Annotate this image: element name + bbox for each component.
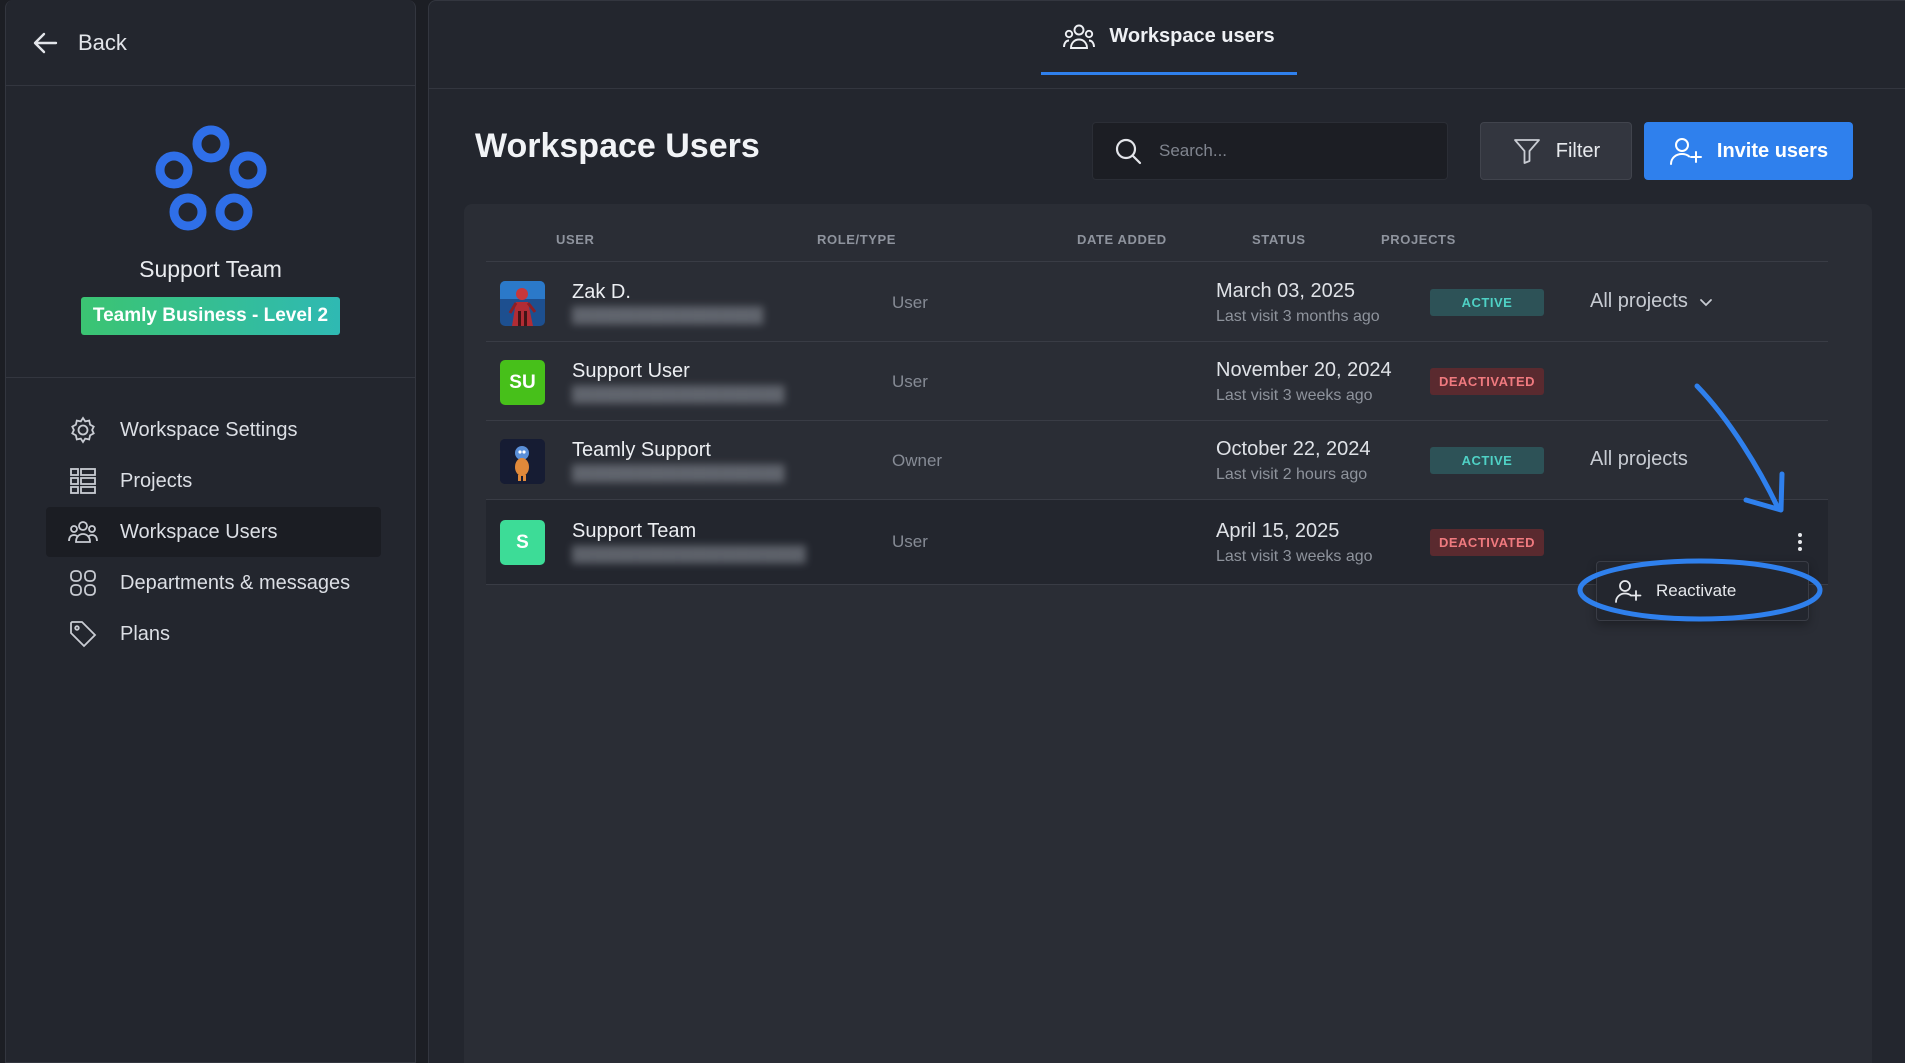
sidebar: Back Support Team Teamly Business - Leve… [5,0,416,1063]
filter-icon [1513,139,1540,164]
add-user-icon [1669,138,1702,165]
sidebar-item-label: Plans [120,622,171,645]
sidebar-item-workspace-settings[interactable]: Workspace Settings [46,405,381,455]
projects-dropdown[interactable]: All projects [1590,290,1714,313]
table-row[interactable]: Zak D. ██████████████████ User March 03,… [486,263,1828,342]
user-role: Owner [892,451,943,470]
sidebar-item-workspace-users[interactable]: Workspace Users [46,507,381,557]
table-row[interactable]: SU Support User ████████████████████ Use… [486,342,1828,421]
user-email-blurred: ████████████████████ [572,465,785,482]
kebab-menu-icon [1798,533,1802,551]
user-role: User [892,293,928,312]
avatar: SU [500,360,545,405]
status-badge: DEACTIVATED [1430,529,1544,556]
user-name: Support User [572,360,690,382]
date-added: November 20, 2024 [1216,359,1392,381]
sidebar-item-label: Workspace Users [120,520,278,543]
user-photo-icon [500,281,545,326]
user-email-blurred: ████████████████████ [572,386,785,403]
avatar [500,281,545,326]
sidebar-item-projects[interactable]: Projects [46,456,381,506]
user-role: User [892,372,928,391]
user-name: Support Team [572,520,697,542]
gear-icon [71,416,95,444]
add-user-icon [1615,580,1642,603]
back-button[interactable]: Back [6,0,415,86]
invite-users-button[interactable]: Invite users [1644,122,1853,180]
tag-icon [70,621,97,648]
last-visit: Last visit 3 weeks ago [1216,387,1373,404]
projects-label: All projects [1590,290,1688,312]
sidebar-item-label: Projects [120,469,193,492]
sidebar-nav: Workspace Settings Projects Workspace Us… [46,405,381,660]
projects-list-icon [70,468,96,494]
status-badge: ACTIVE [1430,289,1544,316]
user-name: Zak D. [572,281,631,303]
column-header-status[interactable]: STATUS [1252,232,1306,247]
workspace-brand: Support Team Teamly Business - Level 2 [6,86,415,378]
user-email-blurred: ██████████████████ [572,307,764,324]
arrow-left-icon [33,32,58,53]
date-added: October 22, 2024 [1216,438,1371,460]
workspace-logo-icon [155,125,266,231]
main-panel: Workspace users Workspace Users Filter I… [428,0,1905,1063]
back-label: Back [78,29,127,55]
last-visit: Last visit 3 weeks ago [1216,548,1373,565]
tab-workspace-users[interactable]: Workspace users [1041,1,1297,75]
status-badge: DEACTIVATED [1430,368,1544,395]
page-title: Workspace Users [475,127,760,165]
filter-button[interactable]: Filter [1480,122,1632,180]
plan-badge: Teamly Business - Level 2 [80,297,341,335]
user-name: Teamly Support [572,439,711,461]
search-icon [1115,138,1142,165]
search-input[interactable] [1159,141,1419,161]
table-header: USER ROLE/TYPE DATE ADDED STATUS PROJECT… [486,204,1828,262]
chevron-down-icon [1699,298,1712,306]
date-added: March 03, 2025 [1216,280,1355,302]
sidebar-item-departments[interactable]: Departments & messages [46,558,381,608]
filter-label: Filter [1555,139,1601,162]
column-header-role[interactable]: ROLE/TYPE [817,232,896,247]
last-visit: Last visit 2 hours ago [1216,466,1368,483]
table-row[interactable]: Teamly Support ████████████████████ Owne… [486,421,1828,500]
last-visit: Last visit 3 months ago [1216,308,1380,325]
workspace-name: Support Team [139,256,282,282]
users-icon [68,521,98,543]
user-email-blurred: ██████████████████████ [572,546,806,563]
date-added: April 15, 2025 [1216,520,1340,542]
users-icon [1063,24,1096,49]
sidebar-item-label: Workspace Settings [120,418,298,441]
more-options-button[interactable] [1786,525,1814,559]
user-role: User [892,532,928,551]
sidebar-item-label: Departments & messages [120,571,351,594]
invite-users-label: Invite users [1716,139,1829,162]
reactivate-menu-item[interactable]: Reactivate [1596,561,1809,621]
users-table: USER ROLE/TYPE DATE ADDED STATUS PROJECT… [464,204,1872,1063]
column-header-date-added[interactable]: DATE ADDED [1077,232,1167,247]
avatar [500,439,545,484]
topbar: Workspace users [429,1,1905,89]
column-header-projects[interactable]: PROJECTS [1381,232,1456,247]
grid-icon [70,570,96,596]
tab-label: Workspace users [1109,25,1275,47]
mascot-avatar-icon [500,439,545,484]
reactivate-label: Reactivate [1656,581,1737,600]
search-box[interactable] [1092,122,1448,180]
sidebar-item-plans[interactable]: Plans [46,609,381,659]
column-header-user[interactable]: USER [556,232,595,247]
status-badge: ACTIVE [1430,447,1544,474]
projects-label: All projects [1590,448,1688,470]
avatar: S [500,520,545,565]
